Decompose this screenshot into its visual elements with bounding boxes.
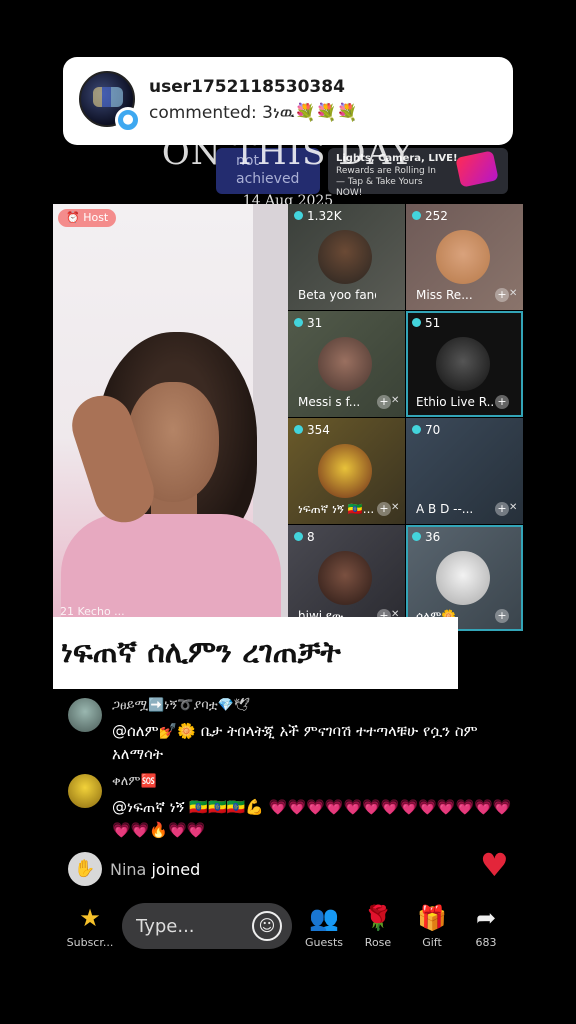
viewer-count: 8 <box>294 530 315 544</box>
guest-tile-8[interactable]: 36 ሰለም🌼 + <box>406 525 523 631</box>
guest-tile-7[interactable]: 8 hiwi የው... + ✕ <box>288 525 405 631</box>
viewer-count: 252 <box>412 209 448 223</box>
commenter-username: user1752118530384 <box>149 77 345 97</box>
guest-name: Messi s f... <box>298 395 361 409</box>
mute-icon: ✕ <box>509 288 518 299</box>
comment-text: commented: 3ነዉ💐💐💐 <box>149 103 358 123</box>
guest-tile-4[interactable]: 51 Ethio Live R... + <box>406 311 523 417</box>
join-text: Nina joined <box>110 860 200 879</box>
guest-avatar <box>318 551 372 605</box>
guests-icon: 👥 <box>309 904 339 932</box>
viewer-count: 354 <box>294 423 330 437</box>
host-badge: ⏰ Host <box>58 209 117 227</box>
add-icon[interactable]: + <box>495 288 509 302</box>
guest-avatar <box>318 230 372 284</box>
guest-name: Miss Re... <box>416 288 473 302</box>
guest-name: A B D --... <box>416 502 474 516</box>
emoji-icon[interactable]: ☺ <box>252 911 282 941</box>
guest-name: Ethio Live R... <box>416 395 494 409</box>
guest-name: ነፍጠኛ ነኝ 🇪🇹... <box>298 502 375 516</box>
chat-text: @ነፍጠኛ ነኝ 🇪🇹🇪🇹🇪🇹💪 💗💗💗💗💗💗💗💗💗💗💗💗💗💗💗🔥💗💗 <box>112 798 512 839</box>
guest-tile-5[interactable]: 354 ነፍጠኛ ነኝ 🇪🇹... + ✕ <box>288 418 405 524</box>
join-notice: ✋ Nina joined <box>68 852 318 886</box>
mute-icon: ✕ <box>509 502 518 513</box>
add-icon[interactable]: + <box>495 395 509 409</box>
gift-label: Gift <box>422 936 442 949</box>
viewer-count: 1.32K <box>294 209 342 223</box>
mute-icon: ✕ <box>391 395 400 406</box>
subscribe-button[interactable]: ★ Subscr... <box>65 903 115 949</box>
guest-tile-2[interactable]: 252 Miss Re... + ✕ <box>406 204 523 310</box>
guest-avatar <box>436 551 490 605</box>
rose-button[interactable]: 🌹 Rose <box>353 903 403 949</box>
guest-avatar <box>318 337 372 391</box>
chat-avatar[interactable] <box>68 774 102 808</box>
rose-icon: 🌹 <box>363 904 393 932</box>
chat-avatar[interactable] <box>68 698 102 732</box>
comment-notification[interactable]: ● user1752118530384 commented: 3ነዉ💐💐💐 <box>63 57 513 145</box>
gift-icon: 🎁 <box>417 904 447 932</box>
comment-input[interactable] <box>136 903 246 949</box>
guest-avatar <box>318 444 372 498</box>
viewer-count: 70 <box>412 423 440 437</box>
host-video[interactable] <box>53 204 288 629</box>
viewer-count: 36 <box>412 530 440 544</box>
chat-bubble-icon: ● <box>115 107 141 133</box>
gift-button[interactable]: 🎁 Gift <box>407 903 457 949</box>
guest-grid: 1.32K Beta yoo fano ... 252 Miss Re... +… <box>288 204 523 631</box>
chat-username[interactable]: ቀለም🆘 <box>112 774 157 789</box>
rose-label: Rose <box>364 936 392 949</box>
comment-input-box[interactable]: ☺ <box>122 903 292 949</box>
heart-icon[interactable]: ♥ <box>480 846 509 884</box>
mute-icon: ✕ <box>391 502 400 513</box>
guest-tile-6[interactable]: 70 A B D --... + ✕ <box>406 418 523 524</box>
host-badge-label: Host <box>83 211 109 224</box>
guest-tile-1[interactable]: 1.32K Beta yoo fano ... <box>288 204 405 310</box>
wave-icon: ✋ <box>68 852 102 886</box>
chat-text: @ሰለም💅🌼 ቤታ ትበላትጂ አች ምናገባሽ ተተጣላቹሁ የሷን ስም አ… <box>112 722 478 763</box>
joined-label: joined <box>151 860 201 879</box>
caption-banner: ነፍጠኛ ሰሊምን ረገጠቻት <box>53 617 458 689</box>
add-icon[interactable]: + <box>495 609 509 623</box>
guest-avatar <box>436 337 490 391</box>
guests-button[interactable]: 👥 Guests <box>299 903 349 949</box>
joined-username: Nina <box>110 860 147 879</box>
add-icon[interactable]: + <box>495 502 509 516</box>
chat-username[interactable]: ጋፀይሟ➡️ነኝ➰ያባቷ💎🕊 <box>112 698 250 713</box>
viewer-count: 51 <box>412 316 440 330</box>
guest-avatar <box>436 230 490 284</box>
share-arrow-icon: ➦ <box>475 904 497 932</box>
add-icon[interactable]: + <box>377 502 391 516</box>
guest-tile-3[interactable]: 31 Messi s f... + ✕ <box>288 311 405 417</box>
subscribe-label: Subscr... <box>66 936 114 949</box>
star-icon: ★ <box>79 904 101 932</box>
share-button[interactable]: ➦ 683 <box>461 903 511 949</box>
share-count: 683 <box>475 936 497 949</box>
add-icon[interactable]: + <box>377 395 391 409</box>
guests-label: Guests <box>304 936 344 949</box>
viewer-count: 31 <box>294 316 322 330</box>
guest-name: Beta yoo fano ... <box>298 288 376 302</box>
on-this-day-title: ON THIS DAY <box>161 133 415 173</box>
